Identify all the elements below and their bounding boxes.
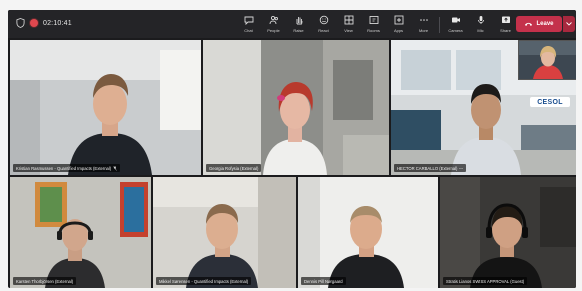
mic-button[interactable]: Mic — [468, 13, 493, 37]
participant-name-label: Georgia Rofysia (External) — [206, 164, 262, 172]
toolbar-divider — [439, 17, 440, 33]
participant-name-label: Mikkel Sørensen - Quantified Impacts (Ex… — [156, 277, 252, 285]
shield-icon — [16, 18, 25, 28]
participant-video — [440, 177, 576, 288]
participant-name-label: HECTOR CARBALLO (External) — [394, 164, 467, 172]
rooms-icon — [369, 16, 378, 24]
participant-tile[interactable]: Stratis Lianos SWISS APPROVAL (Guest) — [440, 177, 576, 288]
leave-button[interactable]: Leave — [516, 16, 562, 32]
participant-tile[interactable]: Karsten Thorbjörsen (External) — [10, 177, 151, 288]
participant-video — [298, 177, 438, 288]
participant-name-label: Karsten Thorbjörsen (External) — [13, 277, 77, 285]
participant-tile[interactable]: Mikkel Sørensen - Quantified Impacts (Ex… — [153, 177, 296, 288]
more-button[interactable]: More — [411, 13, 436, 37]
participant-video — [153, 177, 296, 288]
meeting-actions: Chat People Raise React View Rooms Apps … — [236, 13, 518, 37]
meeting-window: 02:10:41 Chat People Raise React View Ro… — [8, 10, 576, 288]
chat-icon — [244, 16, 253, 25]
leave-options-button[interactable] — [563, 16, 575, 32]
people-icon — [269, 15, 278, 25]
participant-tile[interactable]: Georgia Rofysia (External) — [203, 40, 389, 175]
view-icon — [344, 15, 353, 25]
mic-icon — [477, 16, 484, 24]
participant-name-label: Kristian Rasmussen - Quantified Impacts … — [13, 164, 121, 172]
call-timer: 02:10:41 — [43, 19, 72, 27]
more-icon — [419, 19, 428, 21]
camera-button[interactable]: Camera — [443, 13, 468, 37]
chat-button[interactable]: Chat — [236, 13, 261, 37]
participant-tile[interactable]: Dennis Pill Nørgaard — [298, 177, 438, 288]
react-icon — [319, 15, 328, 25]
apps-button[interactable]: Apps — [386, 13, 411, 37]
call-status: 02:10:41 — [16, 18, 72, 28]
view-button[interactable]: View — [336, 13, 361, 37]
company-logo: CESOL — [530, 97, 570, 107]
chevron-down-icon — [566, 22, 572, 26]
meeting-toolbar: 02:10:41 Chat People Raise React View Ro… — [8, 10, 576, 38]
apps-icon — [394, 15, 403, 25]
mic-off-icon — [113, 165, 117, 171]
more-icon — [459, 167, 464, 169]
participant-video — [203, 40, 389, 175]
phone-hangup-icon — [525, 22, 533, 26]
self-view-video[interactable] — [518, 40, 576, 80]
share-icon — [501, 16, 510, 23]
react-button[interactable]: React — [311, 13, 336, 37]
participant-video — [10, 177, 151, 288]
recording-indicator-icon — [30, 19, 38, 27]
rooms-button[interactable]: Rooms — [361, 13, 386, 37]
participant-video — [10, 40, 201, 175]
raise-hand-icon — [296, 17, 302, 25]
people-button[interactable]: People — [261, 13, 286, 37]
participant-name-label: Stratis Lianos SWISS APPROVAL (Guest) — [443, 277, 528, 285]
self-view-image — [519, 41, 576, 79]
participant-tile[interactable]: Kristian Rasmussen - Quantified Impacts … — [10, 40, 201, 175]
participant-name-label: Dennis Pill Nørgaard — [301, 277, 346, 285]
raise-hand-button[interactable]: Raise — [286, 13, 311, 37]
camera-icon — [451, 17, 460, 23]
share-button[interactable]: Share — [493, 13, 518, 37]
